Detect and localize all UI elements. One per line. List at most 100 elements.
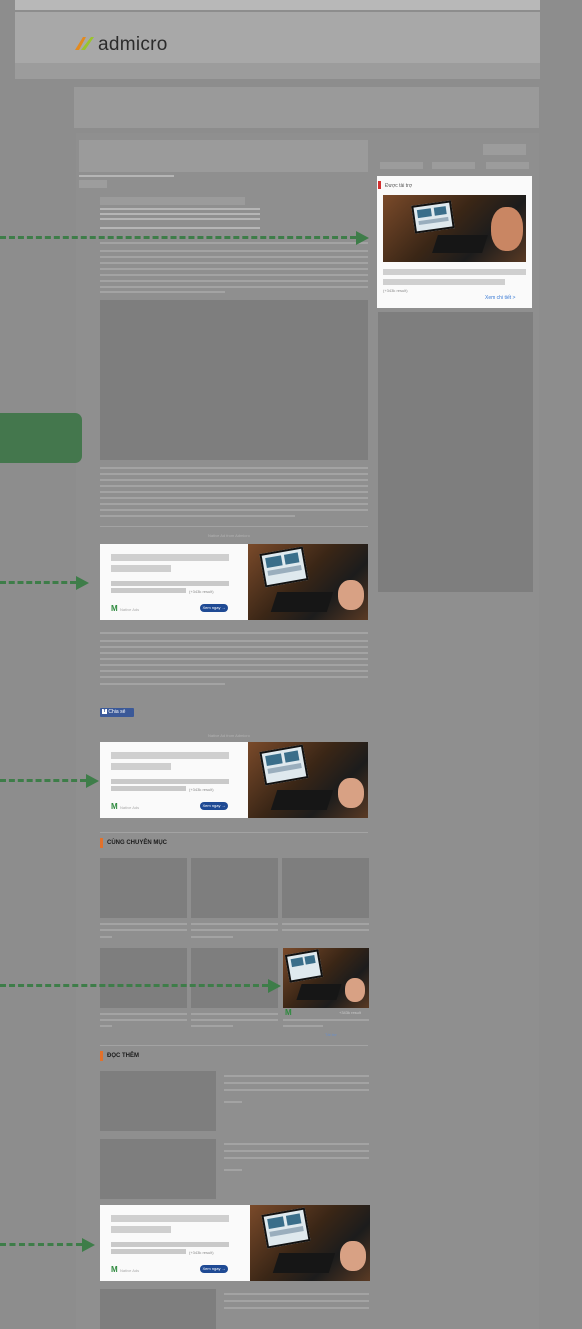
- native-ad-2[interactable]: (+343k result) M Native Ads Xem ngay →: [100, 742, 368, 818]
- text-line: [224, 1089, 369, 1091]
- text-line: [191, 1025, 233, 1027]
- ad-title-placeholder: [111, 554, 229, 561]
- text-line: [100, 658, 368, 660]
- text-line: [100, 208, 260, 210]
- text-line: [100, 491, 368, 493]
- sidebar-tab-placeholder: [483, 144, 526, 155]
- text-line: [224, 1101, 242, 1103]
- text-line: [100, 286, 368, 288]
- arrow-line: [0, 581, 76, 584]
- text-line: [100, 213, 260, 215]
- text-line: [191, 1019, 278, 1021]
- related-thumb: [191, 948, 278, 1008]
- text-line: [283, 1019, 369, 1021]
- ad-image: [248, 544, 368, 620]
- sponsored-marker: [378, 181, 381, 189]
- green-callout-box: [0, 413, 82, 463]
- ad-desc-line: [111, 1242, 229, 1247]
- text-line: [100, 515, 295, 517]
- read-more-thumb: [100, 1139, 216, 1199]
- sapo-placeholder: [100, 197, 245, 205]
- text-line: [100, 262, 368, 264]
- article-title-placeholder: [79, 140, 368, 172]
- text-line: [100, 291, 225, 293]
- ad-desc-line: [111, 779, 229, 784]
- native-ad-1[interactable]: (+343k result) M Native Ads Xem ngay →: [100, 544, 368, 620]
- text-line: [100, 274, 368, 276]
- text-line: [224, 1150, 369, 1152]
- divider: [100, 1045, 368, 1046]
- arrow-head-icon: [86, 774, 99, 788]
- read-more-thumb: [100, 1071, 216, 1131]
- text-line: [224, 1157, 369, 1159]
- text-line: [100, 509, 368, 511]
- top-bar: [15, 0, 540, 10]
- text-line: [224, 1143, 369, 1145]
- arrow-head-icon: [76, 576, 89, 590]
- ad-desc-line: [111, 588, 186, 593]
- text-line: [191, 923, 278, 925]
- text-line: [100, 242, 368, 244]
- ad-desc-line: [111, 1249, 186, 1254]
- text-line: [283, 1025, 323, 1027]
- arrow-head-icon: [82, 1238, 95, 1252]
- text-line: [282, 929, 369, 931]
- divider: [100, 526, 368, 527]
- native-ad-3[interactable]: (+343k result) M Native Ads Xem ngay →: [100, 1205, 370, 1281]
- sidebar-tab-placeholder: [432, 162, 475, 169]
- native-ads-logo-icon: M: [111, 802, 118, 811]
- ad-result-count: (+343k result): [383, 288, 408, 293]
- nav-strip: [15, 63, 540, 79]
- admicro-logo-icon: [73, 34, 95, 52]
- ad-result-count: (+343k result): [189, 1250, 214, 1255]
- grid-ad-link[interactable]: Tài trợ: [325, 1032, 337, 1037]
- text-line: [100, 936, 112, 938]
- related-thumb: [282, 858, 369, 918]
- sidebar-tab-placeholder: [486, 162, 529, 169]
- text-line: [224, 1300, 369, 1302]
- sidebar-placeholder: [378, 312, 533, 592]
- arrow-line: [0, 984, 268, 987]
- ad-title-placeholder: [111, 1215, 229, 1222]
- section-marker: [100, 1051, 103, 1061]
- ad-brand: Native Ads: [120, 1268, 140, 1273]
- text-line: [100, 467, 368, 469]
- ad-image: [250, 1205, 370, 1281]
- native-ads-logo-icon: M: [285, 1008, 292, 1017]
- view-now-button[interactable]: Xem ngay →: [200, 604, 228, 612]
- sidebar-sponsored-ad[interactable]: Được tài trợ (+343k result) Xem chi tiết…: [377, 176, 532, 308]
- text-line: [100, 227, 260, 229]
- ad-brand: Native Ads: [120, 805, 140, 810]
- view-now-button[interactable]: Xem ngay →: [200, 802, 228, 810]
- share-button[interactable]: f Chia sẻ: [100, 708, 134, 717]
- text-line: [100, 485, 368, 487]
- related-thumb: [100, 948, 187, 1008]
- meta-block: [79, 180, 107, 188]
- ad-title-placeholder: [383, 269, 526, 275]
- ad-title-placeholder: [111, 763, 171, 770]
- admicro-logo-text: admicro: [98, 34, 168, 55]
- arrow-head-icon: [268, 979, 281, 993]
- text-line: [100, 218, 260, 220]
- text-line: [100, 646, 368, 648]
- text-line: [224, 1307, 369, 1309]
- article-image-placeholder: [100, 300, 368, 460]
- text-line: [100, 676, 368, 678]
- view-now-button[interactable]: Xem ngay →: [200, 1265, 228, 1273]
- ad-desc-line: [111, 786, 186, 791]
- arrow-line: [0, 779, 86, 782]
- sidebar-tab-placeholder: [380, 162, 423, 169]
- text-line: [100, 268, 368, 270]
- native-ads-logo-icon: M: [111, 604, 118, 613]
- ad-title-placeholder: [383, 279, 505, 285]
- ad-title-placeholder: [111, 565, 171, 572]
- share-label: Chia sẻ: [108, 709, 126, 715]
- ad-title-placeholder: [111, 752, 229, 759]
- grid-ad-image[interactable]: [283, 948, 369, 1008]
- text-line: [100, 479, 368, 481]
- see-details-link[interactable]: Xem chi tiết >: [485, 295, 515, 301]
- ad-result-count: (+343k result): [189, 589, 214, 594]
- native-ad-caption: Native Ad from Admicro: [208, 733, 250, 738]
- text-line: [100, 929, 187, 931]
- text-line: [191, 929, 278, 931]
